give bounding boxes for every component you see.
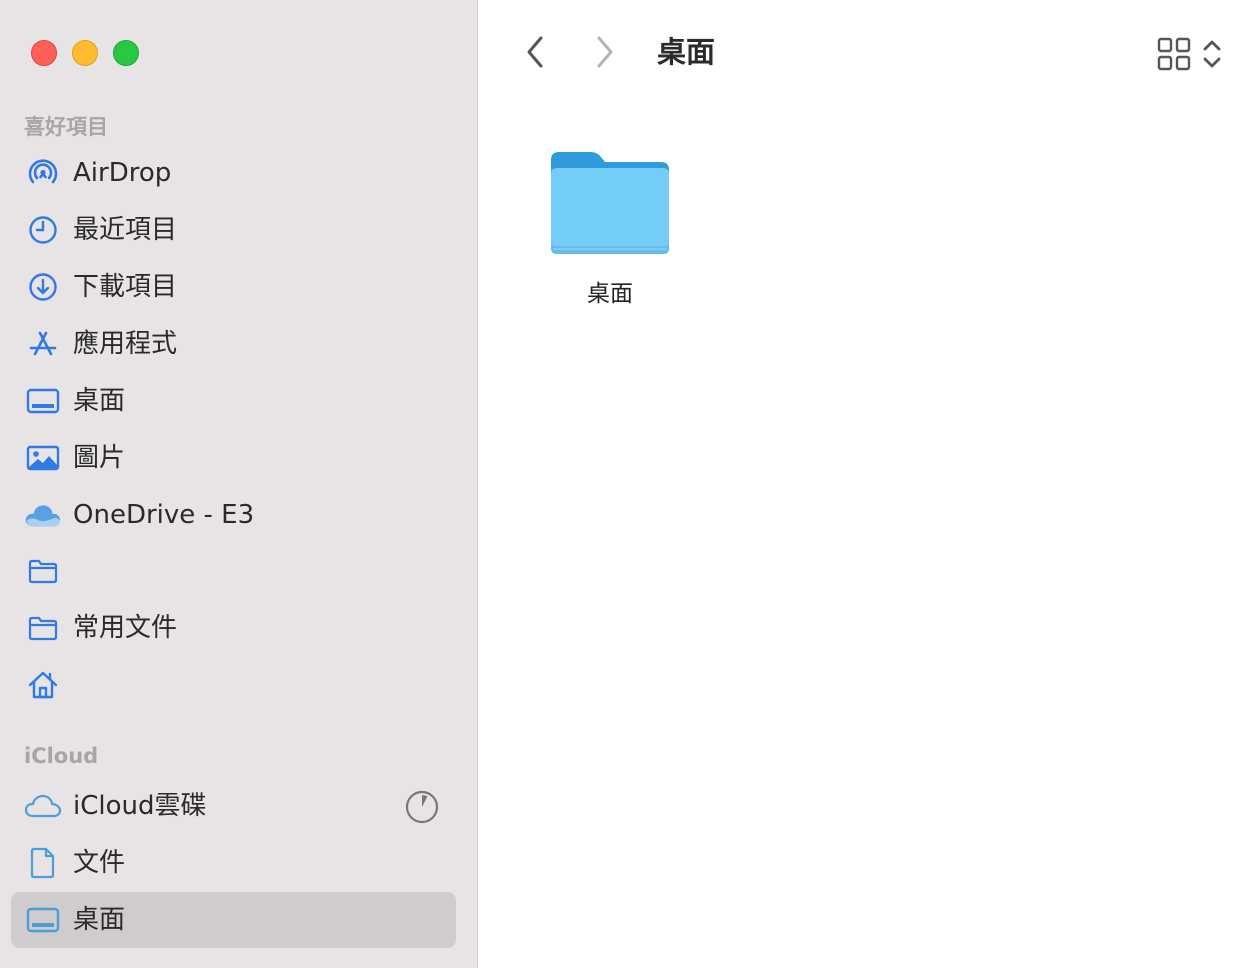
- sidebar-item-label: AirDrop: [73, 158, 172, 188]
- sidebar-item-label: 應用程式: [73, 329, 178, 359]
- back-button[interactable]: [515, 28, 555, 76]
- sidebar-item-label: 桌面: [73, 905, 126, 935]
- sidebar-item-label: 桌面: [73, 386, 126, 416]
- sidebar-item-label: OneDrive - E3: [73, 500, 255, 530]
- chevron-left-icon: [527, 36, 543, 68]
- toolbar: 桌面: [479, 0, 1258, 104]
- folder-item[interactable]: 桌面: [537, 144, 683, 314]
- sidebar-item-desktop[interactable]: 桌面: [11, 373, 456, 429]
- photo-icon: [24, 441, 62, 475]
- chevron-right-icon: [597, 36, 613, 68]
- sidebar-item-applications[interactable]: 應用程式: [11, 316, 456, 372]
- onedrive-cloud-icon: [24, 498, 62, 532]
- sidebar-item-home[interactable]: [11, 657, 456, 713]
- sidebar: 喜好項目 AirDrop 最近項目 下載項目 應用程式 桌面 圖片 OneDri…: [0, 0, 478, 968]
- sidebar-item-documents[interactable]: 文件: [11, 835, 456, 891]
- close-window-button[interactable]: [31, 40, 57, 66]
- sidebar-item-label: 文件: [73, 848, 126, 878]
- sidebar-item-icloud-desktop[interactable]: 桌面: [11, 892, 456, 948]
- icloud-icon: [24, 789, 62, 823]
- sidebar-item-label: 下載項目: [73, 272, 178, 302]
- forward-button[interactable]: [585, 28, 625, 76]
- sync-progress-icon[interactable]: [405, 790, 439, 824]
- finder-window: 喜好項目 AirDrop 最近項目 下載項目 應用程式 桌面 圖片 OneDri…: [0, 0, 1258, 968]
- window-controls: [31, 40, 139, 66]
- folder-icon: [24, 611, 62, 645]
- file-browser-content: 桌面: [479, 104, 1258, 968]
- sidebar-item-icloud-drive[interactable]: iCloud雲碟: [11, 778, 456, 834]
- desktop-icon: [24, 903, 62, 937]
- grid-view-icon: [1157, 37, 1191, 71]
- icloud-header: iCloud: [24, 744, 99, 768]
- view-options-button[interactable]: [1157, 34, 1231, 74]
- clock-icon: [24, 213, 62, 247]
- document-icon: [24, 846, 62, 880]
- sidebar-item-label: iCloud雲碟: [73, 791, 207, 821]
- sidebar-item-label: 最近項目: [73, 215, 178, 245]
- chevron-up-down-icon: [1203, 40, 1221, 68]
- window-title: 桌面: [657, 35, 716, 69]
- folder-icon: [551, 152, 669, 254]
- home-icon: [24, 668, 62, 702]
- maximize-window-button[interactable]: [113, 40, 139, 66]
- sidebar-item-folder[interactable]: [11, 543, 456, 599]
- sidebar-item-common-documents[interactable]: 常用文件: [11, 600, 456, 656]
- folder-icon: [24, 554, 62, 588]
- sidebar-item-downloads[interactable]: 下載項目: [11, 259, 456, 315]
- sidebar-item-airdrop[interactable]: AirDrop: [11, 145, 456, 201]
- minimize-window-button[interactable]: [72, 40, 98, 66]
- applications-icon: [24, 327, 62, 361]
- sidebar-item-recents[interactable]: 最近項目: [11, 202, 456, 258]
- sidebar-item-onedrive[interactable]: OneDrive - E3: [11, 487, 456, 543]
- sidebar-item-label: 常用文件: [73, 613, 178, 643]
- download-icon: [24, 270, 62, 304]
- favorites-header: 喜好項目: [24, 115, 108, 139]
- sidebar-item-pictures[interactable]: 圖片: [11, 430, 456, 486]
- airdrop-icon: [24, 156, 62, 190]
- desktop-icon: [24, 384, 62, 418]
- folder-name: 桌面: [587, 281, 633, 307]
- sidebar-item-label: 圖片: [73, 443, 126, 473]
